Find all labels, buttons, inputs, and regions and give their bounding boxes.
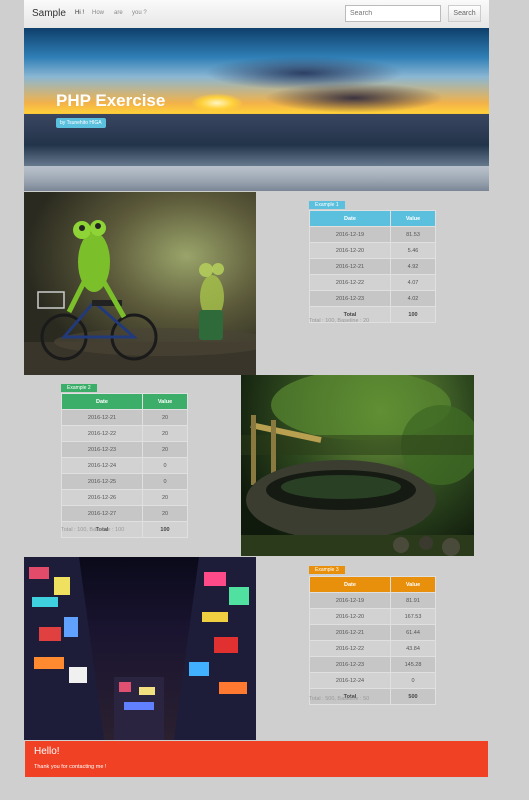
value-cell: 0	[142, 457, 188, 474]
value-cell: 81.91	[390, 592, 436, 609]
date-cell: 2016-12-23	[309, 290, 391, 307]
example-1-label: Example 1	[309, 201, 345, 209]
table-row: 2016-12-23 20	[61, 441, 188, 458]
value-cell: 20	[142, 425, 188, 442]
contact-footer: Hello! Thank you for contacting me !	[25, 741, 488, 777]
frog-bicycle-photo	[24, 192, 256, 375]
value-cell: 20	[142, 441, 188, 458]
footer-message: Thank you for contacting me !	[34, 764, 107, 770]
hero-shore	[24, 166, 489, 191]
page-title: PHP Exercise	[56, 91, 166, 110]
date-cell: 2016-12-24	[309, 672, 391, 689]
table-row: 2016-12-21 20	[61, 409, 188, 426]
value-cell: 20	[142, 489, 188, 506]
column-header-value: Value	[142, 393, 188, 410]
date-cell: 2016-12-21	[309, 258, 391, 275]
value-cell: 81.53	[390, 226, 436, 243]
column-header-value: Value	[390, 210, 436, 227]
date-cell: 2016-12-25	[61, 473, 143, 490]
table-row: 2016-12-20 5.46	[309, 242, 436, 259]
top-navbar: Sample Hi ! How are you ? Search	[24, 0, 489, 29]
table-row: 2016-12-24 0	[309, 672, 436, 689]
date-cell: 2016-12-26	[61, 489, 143, 506]
value-cell: 4.92	[390, 258, 436, 275]
bamboo-fountain-photo	[241, 375, 474, 556]
column-header-date: Date	[309, 210, 391, 227]
date-cell: 2016-12-27	[61, 505, 143, 522]
date-cell: 2016-12-21	[309, 624, 391, 641]
table-row: 2016-12-27 20	[61, 505, 188, 522]
value-cell: 61.44	[390, 624, 436, 641]
example-2-label: Example 2	[61, 384, 97, 392]
date-cell: 2016-12-20	[309, 242, 391, 259]
total-value: 100	[142, 521, 188, 538]
table-row: 2016-12-24 0	[61, 457, 188, 474]
brand-link[interactable]: Sample	[32, 8, 66, 19]
example-3-label: Example 3	[309, 566, 345, 574]
column-header-value: Value	[390, 576, 436, 593]
city-night-illustration	[24, 557, 256, 740]
column-header-date: Date	[61, 393, 143, 410]
table-row: 2016-12-21 4.92	[309, 258, 436, 275]
table-header-row: Date Value	[309, 210, 436, 227]
date-cell: 2016-12-19	[309, 226, 391, 243]
value-cell: 5.46	[390, 242, 436, 259]
date-cell: 2016-12-19	[309, 592, 391, 609]
nav-link-you[interactable]: you ?	[132, 10, 147, 16]
author-badge: by Tsunehito HIGA	[56, 118, 106, 128]
date-cell: 2016-12-22	[309, 274, 391, 291]
city-night-photo	[24, 557, 256, 740]
nav-link-hi[interactable]: Hi !	[75, 10, 84, 16]
hero-banner: PHP Exercise by Tsunehito HIGA	[24, 28, 489, 191]
search-input[interactable]	[345, 5, 441, 22]
example-1-summary: Total : 100, Baseline : 20	[309, 318, 370, 324]
table-row: 2016-12-21 61.44	[309, 624, 436, 641]
date-cell: 2016-12-23	[309, 656, 391, 673]
table-row: 2016-12-19 81.91	[309, 592, 436, 609]
value-cell: 0	[390, 672, 436, 689]
total-value: 500	[390, 688, 436, 705]
value-cell: 20	[142, 505, 188, 522]
table-row: 2016-12-22 4.07	[309, 274, 436, 291]
table-row: 2016-12-25 0	[61, 473, 188, 490]
date-cell: 2016-12-22	[61, 425, 143, 442]
table-row: 2016-12-22 43.84	[309, 640, 436, 657]
footer-title: Hello!	[34, 746, 60, 757]
date-cell: 2016-12-24	[61, 457, 143, 474]
table-row: 2016-12-23 4.02	[309, 290, 436, 307]
hero-cloud	[264, 83, 444, 113]
value-cell: 4.02	[390, 290, 436, 307]
table-row: 2016-12-22 20	[61, 425, 188, 442]
total-value: 100	[390, 306, 436, 323]
nav-link-how[interactable]: How	[92, 10, 104, 16]
value-cell: 4.07	[390, 274, 436, 291]
table-row: 2016-12-19 81.53	[309, 226, 436, 243]
value-cell: 43.84	[390, 640, 436, 657]
table-header-row: Date Value	[61, 393, 188, 410]
example-1-table: Date Value 2016-12-19 81.53 2016-12-20 5.4…	[309, 210, 436, 323]
value-cell: 0	[142, 473, 188, 490]
value-cell: 145.28	[390, 656, 436, 673]
example-2-table: Date Value 2016-12-21 20 2016-12-22 20 201…	[61, 393, 188, 538]
column-header-date: Date	[309, 576, 391, 593]
nav-link-are[interactable]: are	[114, 10, 123, 16]
table-row: 2016-12-23 145.28	[309, 656, 436, 673]
value-cell: 167.53	[390, 608, 436, 625]
date-cell: 2016-12-22	[309, 640, 391, 657]
bamboo-fountain-illustration	[241, 375, 474, 556]
frog-bicycle-illustration	[24, 220, 256, 375]
date-cell: 2016-12-23	[61, 441, 143, 458]
table-header-row: Date Value	[309, 576, 436, 593]
example-2-summary: Total : 100, Baseline : 100	[61, 527, 125, 533]
value-cell: 20	[142, 409, 188, 426]
table-row: 2016-12-26 20	[61, 489, 188, 506]
hero-sun	[192, 94, 242, 112]
date-cell: 2016-12-21	[61, 409, 143, 426]
search-button[interactable]: Search	[448, 5, 481, 22]
table-row: 2016-12-20 167.53	[309, 608, 436, 625]
date-cell: 2016-12-20	[309, 608, 391, 625]
example-3-summary: Total : 500, Baseline : 50	[309, 696, 370, 702]
example-3-table: Date Value 2016-12-19 81.91 2016-12-20 167…	[309, 576, 436, 705]
